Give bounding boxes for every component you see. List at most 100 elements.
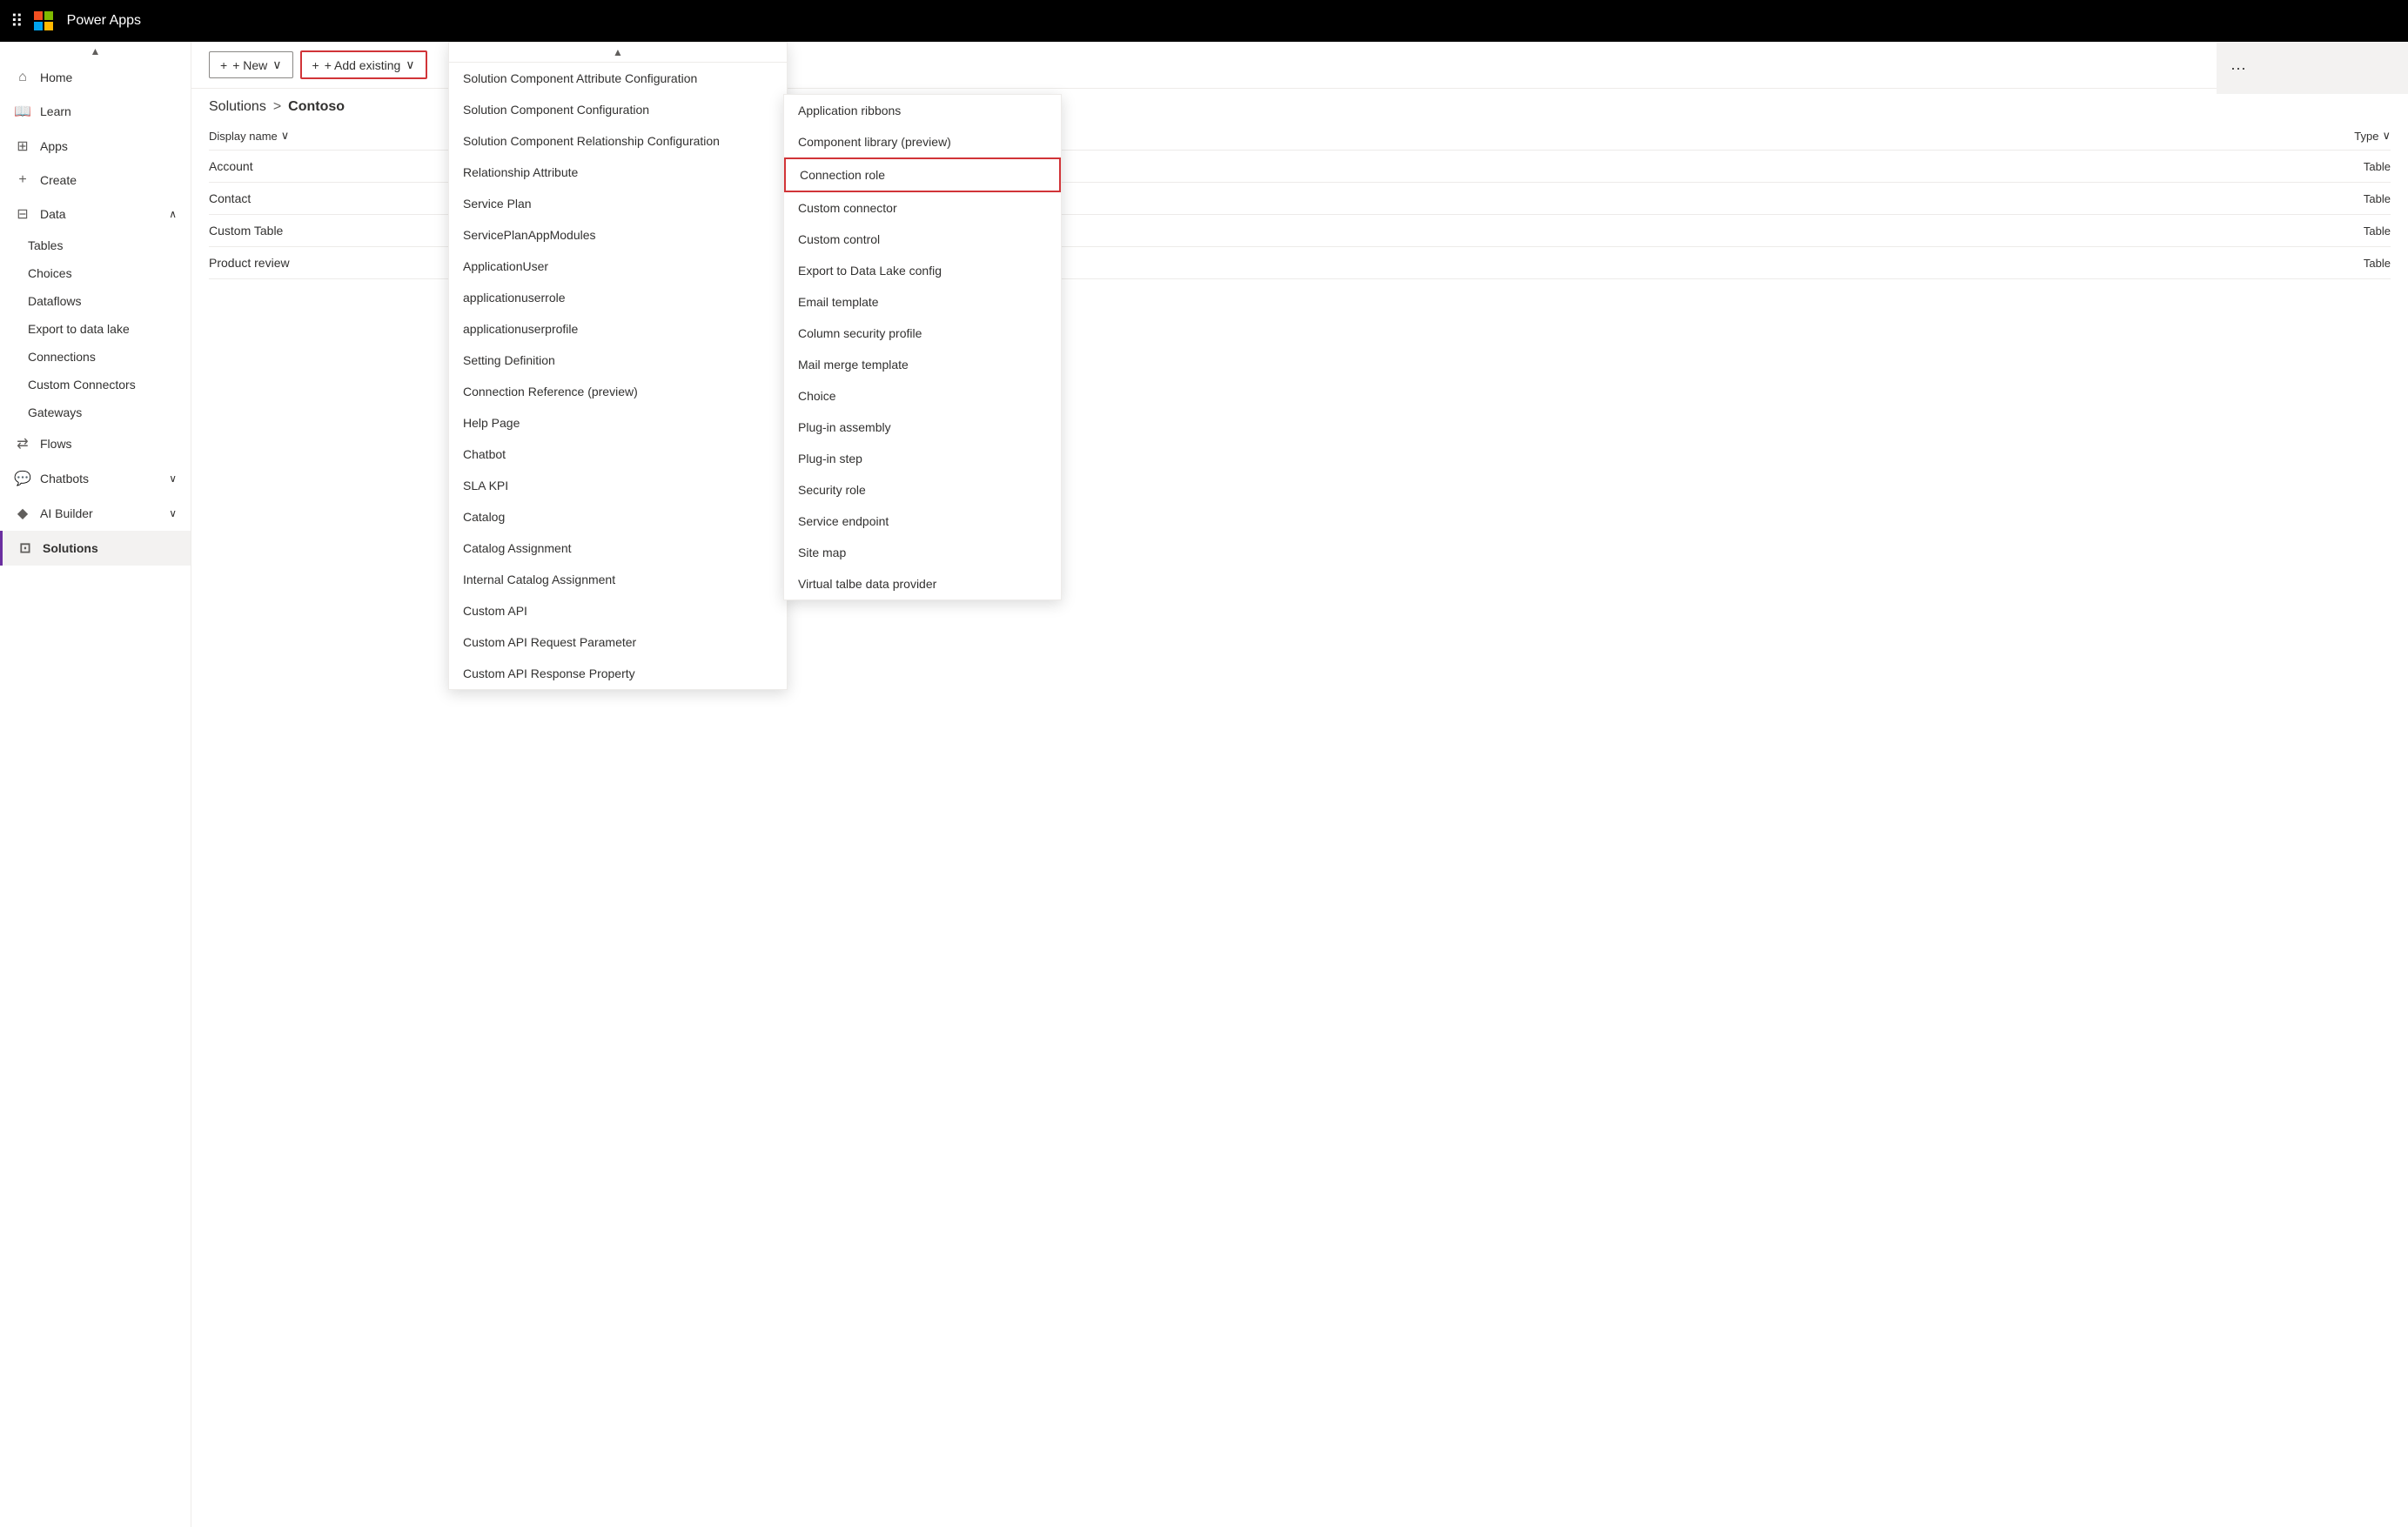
sidebar-item-connections[interactable]: Connections <box>0 343 191 371</box>
sidebar-item-solutions[interactable]: ⊡ Solutions <box>0 531 191 566</box>
sidebar-item-flows[interactable]: ⇄ Flows <box>0 426 191 461</box>
sidebar-item-data-label: Data <box>40 207 66 221</box>
row-type-product-review: Table <box>2364 257 2391 270</box>
solutions-icon: ⊡ <box>17 539 34 557</box>
sidebar-item-create[interactable]: + Create <box>0 164 191 197</box>
sidebar-item-apps[interactable]: ⊞ Apps <box>0 129 191 164</box>
sidebar-item-dataflows-label: Dataflows <box>28 294 81 308</box>
dropdown2-item[interactable]: Virtual talbe data provider <box>784 568 1061 599</box>
data-chevron: ∧ <box>169 208 177 220</box>
dropdown1-item[interactable]: ServicePlanAppModules <box>449 219 787 251</box>
scroll-up-indicator: ▲ <box>449 43 787 63</box>
right-panel: ··· <box>2217 42 2408 94</box>
dropdown1-item[interactable]: Connection Reference (preview) <box>449 376 787 407</box>
flows-icon: ⇄ <box>14 435 31 452</box>
sidebar-item-gateways-label: Gateways <box>28 405 82 419</box>
row-type-custom-table: Table <box>2364 224 2391 238</box>
dropdown1-item[interactable]: Solution Component Attribute Configurati… <box>449 63 787 94</box>
top-bar: ⠿ Power Apps <box>0 0 2408 42</box>
app-title: Power Apps <box>67 13 141 29</box>
add-existing-label: + Add existing <box>325 58 401 72</box>
dropdown1-item[interactable]: ApplicationUser <box>449 251 787 282</box>
dropdown1-item[interactable]: Catalog Assignment <box>449 532 787 564</box>
main-content: ··· + + New ∨ + + Add existing ∨ Solutio… <box>191 42 2408 1527</box>
dropdown2-item[interactable]: Choice <box>784 380 1061 412</box>
sidebar-item-ai-builder-label: AI Builder <box>40 506 93 520</box>
dropdown1-item[interactable]: Service Plan <box>449 188 787 219</box>
dropdown1-item[interactable]: Solution Component Configuration <box>449 94 787 125</box>
new-button-label: + New <box>232 58 267 72</box>
add-existing-icon: + <box>312 58 319 72</box>
new-button[interactable]: + + New ∨ <box>209 51 293 78</box>
dropdown2-item[interactable]: Custom connector <box>784 192 1061 224</box>
data-icon: ⊟ <box>14 205 31 223</box>
dropdown2-item[interactable]: Site map <box>784 537 1061 568</box>
dropdown2-item[interactable]: Component library (preview) <box>784 126 1061 157</box>
sidebar-item-data[interactable]: ⊟ Data ∧ <box>0 197 191 231</box>
dropdown1-item[interactable]: Internal Catalog Assignment <box>449 564 787 595</box>
sidebar-item-flows-label: Flows <box>40 437 72 451</box>
sidebar: ▲ ⌂ Home 📖 Learn ⊞ Apps + Create ⊟ Data … <box>0 42 191 1527</box>
sidebar-item-custom-connectors-label: Custom Connectors <box>28 378 136 392</box>
column-type-label: Type <box>2354 130 2378 143</box>
dropdown1-item[interactable]: Chatbot <box>449 439 787 470</box>
waffle-icon[interactable]: ⠿ <box>10 10 23 32</box>
sidebar-item-choices-label: Choices <box>28 266 72 280</box>
dropdown1-item[interactable]: Custom API Request Parameter <box>449 626 787 658</box>
dropdown2-item[interactable]: Column security profile <box>784 318 1061 349</box>
breadcrumb-solutions[interactable]: Solutions <box>209 99 266 115</box>
row-name-contact: Contact <box>209 191 470 205</box>
learn-icon: 📖 <box>14 103 31 120</box>
create-icon: + <box>14 172 31 188</box>
column-sort-icon: ∨ <box>281 129 290 143</box>
sidebar-scroll-up[interactable]: ▲ <box>0 42 191 61</box>
row-type-contact: Table <box>2364 192 2391 205</box>
sidebar-item-export-label: Export to data lake <box>28 322 130 336</box>
row-name-account: Account <box>209 159 470 173</box>
sidebar-item-choices[interactable]: Choices <box>0 259 191 287</box>
sidebar-item-create-label: Create <box>40 173 77 187</box>
new-button-icon: + <box>220 58 227 72</box>
row-name-custom-table: Custom Table <box>209 224 470 238</box>
dropdown1-item[interactable]: Relationship Attribute <box>449 157 787 188</box>
sidebar-item-export-data-lake[interactable]: Export to data lake <box>0 315 191 343</box>
dropdown2-item[interactable]: Service endpoint <box>784 506 1061 537</box>
new-button-chevron: ∨ <box>272 57 281 72</box>
dropdown2-item[interactable]: Email template <box>784 286 1061 318</box>
dropdown1-item[interactable]: applicationuserrole <box>449 282 787 313</box>
dropdown2-item[interactable]: Mail merge template <box>784 349 1061 380</box>
dropdown1-item[interactable]: Custom API <box>449 595 787 626</box>
column-display-name-label: Display name <box>209 130 278 143</box>
sidebar-item-custom-connectors[interactable]: Custom Connectors <box>0 371 191 398</box>
breadcrumb-separator: > <box>273 99 281 115</box>
dropdown2-item[interactable]: Plug-in assembly <box>784 412 1061 443</box>
sidebar-item-learn[interactable]: 📖 Learn <box>0 94 191 129</box>
dropdown2-item[interactable]: Custom control <box>784 224 1061 255</box>
sidebar-item-learn-label: Learn <box>40 104 71 118</box>
dropdown1-item[interactable]: Custom API Response Property <box>449 658 787 689</box>
dropdown2-item[interactable]: Plug-in step <box>784 443 1061 474</box>
dropdown1-item[interactable]: Catalog <box>449 501 787 532</box>
sidebar-item-ai-builder[interactable]: ◆ AI Builder ∨ <box>0 496 191 531</box>
dropdown1-item[interactable]: Solution Component Relationship Configur… <box>449 125 787 157</box>
row-name-product-review: Product review <box>209 256 470 270</box>
dropdown1-item[interactable]: applicationuserprofile <box>449 313 787 345</box>
sidebar-item-chatbots[interactable]: 💬 Chatbots ∨ <box>0 461 191 496</box>
sidebar-item-gateways[interactable]: Gateways <box>0 398 191 426</box>
add-existing-button[interactable]: + + Add existing ∨ <box>300 50 427 79</box>
dropdown1-item[interactable]: Setting Definition <box>449 345 787 376</box>
microsoft-logo <box>34 11 53 30</box>
dropdown1-item[interactable]: SLA KPI <box>449 470 787 501</box>
dropdown1-item[interactable]: Help Page <box>449 407 787 439</box>
dropdown2-item[interactable]: Security role <box>784 474 1061 506</box>
sidebar-item-tables[interactable]: Tables <box>0 231 191 259</box>
more-icon[interactable]: ··· <box>2230 59 2246 77</box>
sidebar-item-dataflows[interactable]: Dataflows <box>0 287 191 315</box>
column-type[interactable]: Type ∨ <box>2354 129 2391 143</box>
dropdown2-item[interactable]: Application ribbons <box>784 95 1061 126</box>
sidebar-item-connections-label: Connections <box>28 350 96 364</box>
column-display-name[interactable]: Display name ∨ <box>209 129 470 143</box>
dropdown2-item[interactable]: Connection role <box>784 157 1061 192</box>
sidebar-item-home[interactable]: ⌂ Home <box>0 61 191 94</box>
dropdown2-item[interactable]: Export to Data Lake config <box>784 255 1061 286</box>
